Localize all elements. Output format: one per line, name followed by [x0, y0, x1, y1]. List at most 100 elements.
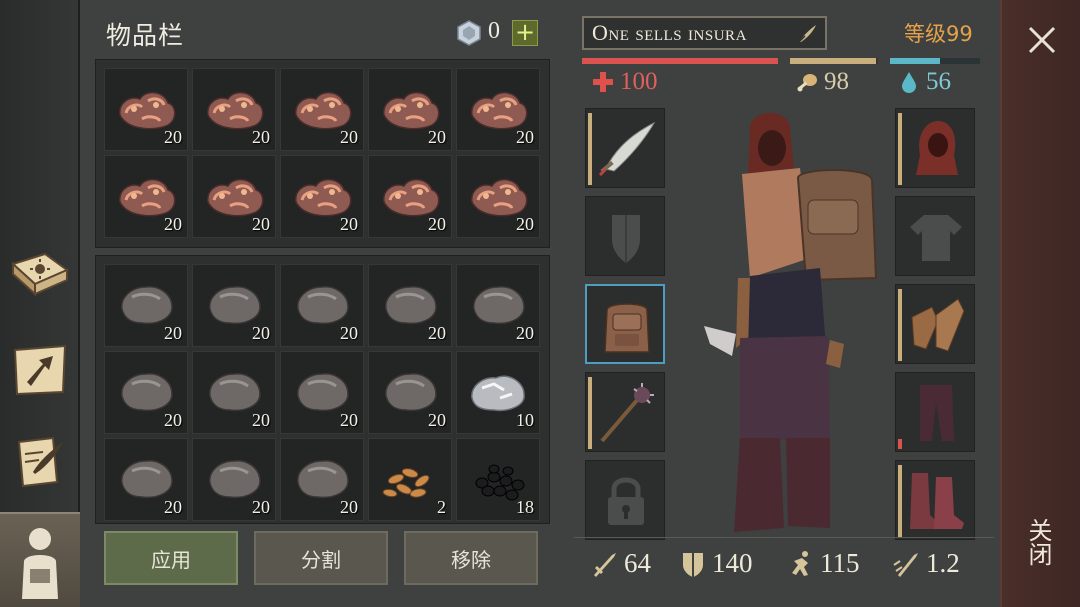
close-label[interactable]: 关闭 — [1024, 518, 1056, 566]
inventory-slot[interactable]: 20 — [368, 68, 452, 151]
inventory-slot[interactable]: 20 — [368, 264, 452, 347]
inventory-slot[interactable]: 20 — [104, 351, 188, 434]
equip-slot-chest[interactable] — [895, 196, 975, 276]
inventory-slot[interactable]: 20 — [104, 155, 188, 238]
inventory-slot[interactable]: 20 — [368, 351, 452, 434]
inventory-slot[interactable]: 20 — [280, 264, 364, 347]
inventory-slot[interactable]: 20 — [192, 351, 276, 434]
equip-slot-feet[interactable] — [895, 460, 975, 540]
swift-sword-icon — [893, 552, 918, 577]
equip-slot-shield[interactable] — [585, 196, 665, 276]
equip-slot-weapon[interactable] — [585, 108, 665, 188]
character-name-field[interactable]: One sells insura — [582, 16, 827, 50]
item-quantity: 20 — [340, 410, 358, 430]
inventory-slot[interactable]: 20 — [456, 68, 540, 151]
inventory-slot[interactable]: 20 — [192, 155, 276, 238]
close-icon[interactable] — [1024, 22, 1060, 58]
thirst-bar — [890, 58, 980, 64]
inventory-slot[interactable]: 20 — [192, 68, 276, 151]
inventory-slot[interactable]: 20 — [280, 351, 364, 434]
speed-value: 115 — [820, 548, 860, 578]
health-value: 100 — [620, 68, 658, 95]
tab-inventory[interactable] — [0, 512, 80, 607]
gloves-icon — [911, 298, 965, 352]
hood-icon — [916, 121, 958, 175]
inventory-slot[interactable]: 10 — [456, 351, 540, 434]
inventory-slot[interactable]: 20 — [280, 155, 364, 238]
copper-ore-icon — [383, 91, 440, 130]
equip-slot-locked — [585, 460, 665, 540]
inventory-slot[interactable]: 20 — [104, 438, 188, 521]
close-panel[interactable]: 关闭 — [1000, 0, 1080, 607]
iron-ore-icon — [471, 375, 525, 412]
tab-skills[interactable] — [6, 244, 74, 312]
inventory-slot[interactable]: 20 — [192, 264, 276, 347]
inventory-slot[interactable]: 20 — [104, 264, 188, 347]
stone-icon — [385, 286, 437, 325]
item-quantity: 2 — [437, 497, 446, 517]
item-quantity: 20 — [164, 410, 182, 430]
pants-icon — [920, 385, 954, 441]
health-bar — [582, 58, 778, 64]
inventory-slot[interactable]: 18 — [456, 438, 540, 521]
copper-ore-icon — [295, 91, 352, 130]
inventory-slot[interactable]: 20 — [280, 68, 364, 151]
split-button[interactable]: 分割 — [254, 531, 388, 585]
copper-ore-icon — [119, 178, 176, 217]
stone-icon — [209, 286, 261, 325]
shield-placeholder-icon — [612, 215, 640, 263]
item-quantity: 18 — [516, 497, 534, 517]
tab-crafting[interactable] — [6, 336, 74, 404]
inventory-title: 物品栏 — [106, 21, 185, 50]
thirst-value: 56 — [926, 68, 951, 95]
equip-slot-backpack[interactable] — [585, 284, 665, 364]
coal-icon — [475, 464, 525, 501]
inventory-slot[interactable]: 20 — [456, 155, 540, 238]
stone-icon — [209, 460, 261, 499]
item-quantity: 20 — [428, 410, 446, 430]
hunger-value: 98 — [824, 68, 849, 95]
equip-slot-offhand[interactable] — [585, 372, 665, 452]
apply-button[interactable]: 应用 — [104, 531, 238, 585]
inventory-slot[interactable]: 20 — [456, 264, 540, 347]
sun-book-icon — [11, 252, 69, 297]
equip-slot-legs[interactable] — [895, 372, 975, 452]
stone-icon — [121, 373, 173, 412]
mace-icon — [600, 383, 654, 443]
thirst-stat: 56 — [898, 68, 951, 96]
inventory-slot[interactable]: 20 — [280, 438, 364, 521]
item-quantity: 20 — [340, 323, 358, 343]
attack-stat: 64 — [590, 548, 651, 579]
item-quantity: 20 — [164, 214, 182, 234]
item-quantity: 20 — [252, 323, 270, 343]
stone-icon — [473, 286, 525, 325]
stone-icon — [297, 286, 349, 325]
inventory-slot[interactable]: 20 — [368, 155, 452, 238]
copper-ore-icon — [295, 178, 352, 217]
item-quantity: 20 — [428, 214, 446, 234]
attack-speed-stat: 1.2 — [892, 548, 960, 579]
inventory-slot[interactable]: 20 — [104, 68, 188, 151]
stone-icon — [209, 373, 261, 412]
item-quantity: 20 — [164, 127, 182, 147]
tab-quests[interactable] — [6, 428, 74, 496]
hammer-arrow-icon — [13, 344, 67, 396]
side-tab-rail — [0, 0, 80, 607]
inventory-slot[interactable]: 20 — [192, 438, 276, 521]
remove-button[interactable]: 移除 — [404, 531, 538, 585]
add-currency-button[interactable]: + — [512, 20, 538, 46]
character-model — [704, 113, 878, 532]
copper-ore-icon — [207, 178, 264, 217]
stats-divider — [574, 537, 994, 538]
level-label: 等级99 — [904, 22, 973, 46]
gem-count: 0 — [488, 18, 500, 44]
edit-quill-icon[interactable] — [795, 22, 819, 46]
character-name: One sells insura — [592, 20, 747, 45]
equip-slot-hands[interactable] — [895, 284, 975, 364]
item-quantity: 20 — [428, 127, 446, 147]
stone-icon — [297, 460, 349, 499]
stone-icon — [121, 286, 173, 325]
item-quantity: 20 — [428, 323, 446, 343]
equip-slot-head[interactable] — [895, 108, 975, 188]
inventory-slot[interactable]: 2 — [368, 438, 452, 521]
